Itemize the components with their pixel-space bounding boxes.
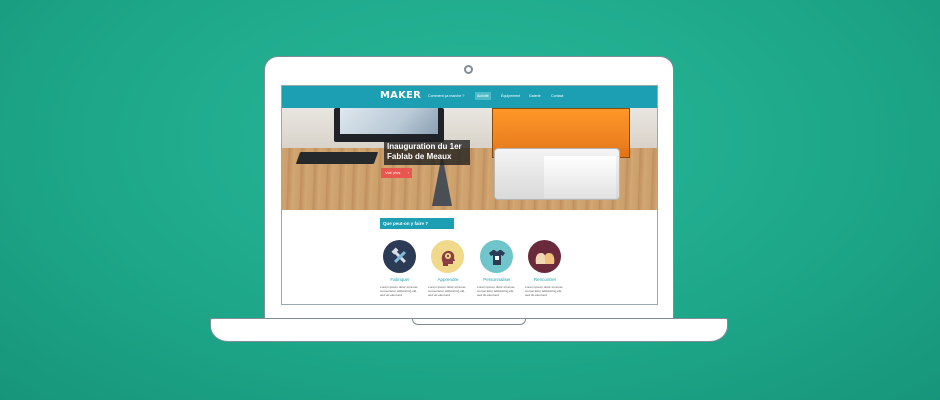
tshirt-icon[interactable] — [480, 240, 513, 273]
people-talking-icon[interactable] — [528, 240, 561, 273]
chevron-right-icon: › — [407, 170, 409, 175]
monitor-screen-image — [340, 108, 438, 134]
printer-panel-image — [544, 156, 616, 198]
feature-label: Rencontrer — [533, 277, 557, 282]
feature-personnaliser[interactable]: Personnaliser Lorem ipsum dolor sit amet… — [477, 240, 517, 298]
site-logo[interactable]: MAKER — [380, 90, 421, 101]
nav-link-contact[interactable]: Contact — [551, 94, 563, 98]
voir-plus-button[interactable]: Voir plus › — [381, 168, 412, 178]
keyboard-image — [295, 152, 379, 164]
feature-rencontrer[interactable]: Rencontrer Lorem ipsum dolor sit amet, c… — [525, 240, 565, 298]
feature-fabriquer[interactable]: Fabriquer Lorem ipsum dolor sit amet, co… — [380, 240, 420, 298]
hero-title: Inauguration du 1er Fablab de Meaux — [387, 142, 462, 161]
feature-text: Lorem ipsum dolor sit amet, consectetur … — [428, 285, 467, 298]
laptop-screen: MAKER Comment ça marche ? Activité Équip… — [281, 85, 658, 305]
nav-link-activite[interactable]: Activité — [475, 92, 491, 100]
voir-plus-label: Voir plus — [385, 170, 401, 175]
feature-text: Lorem ipsum dolor sit amet, consectetur … — [380, 285, 419, 298]
section-title: Que peut-on y faire ? — [380, 218, 454, 229]
nav-link-galerie[interactable]: Galerie — [529, 94, 541, 98]
laptop-notch — [412, 319, 526, 325]
feature-text: Lorem ipsum dolor sit amet, consectetur … — [477, 285, 516, 298]
feature-label: Apprendre — [437, 277, 459, 282]
head-gears-icon[interactable] — [431, 240, 464, 273]
hero-banner: Inauguration du 1er Fablab de Meaux Voir… — [282, 108, 657, 210]
site-nav: MAKER Comment ça marche ? Activité Équip… — [282, 86, 657, 108]
nav-link-equipement[interactable]: Équipement — [501, 94, 520, 98]
tools-icon[interactable] — [383, 240, 416, 273]
nav-link-comment[interactable]: Comment ça marche ? — [428, 94, 464, 98]
feature-apprendre[interactable]: Apprendre Lorem ipsum dolor sit amet, co… — [428, 240, 468, 298]
feature-text: Lorem ipsum dolor sit amet, consectetur … — [525, 285, 564, 298]
feature-label: Fabriquer — [390, 277, 410, 282]
camera-icon — [464, 65, 473, 74]
feature-label: Personnaliser — [483, 277, 511, 282]
